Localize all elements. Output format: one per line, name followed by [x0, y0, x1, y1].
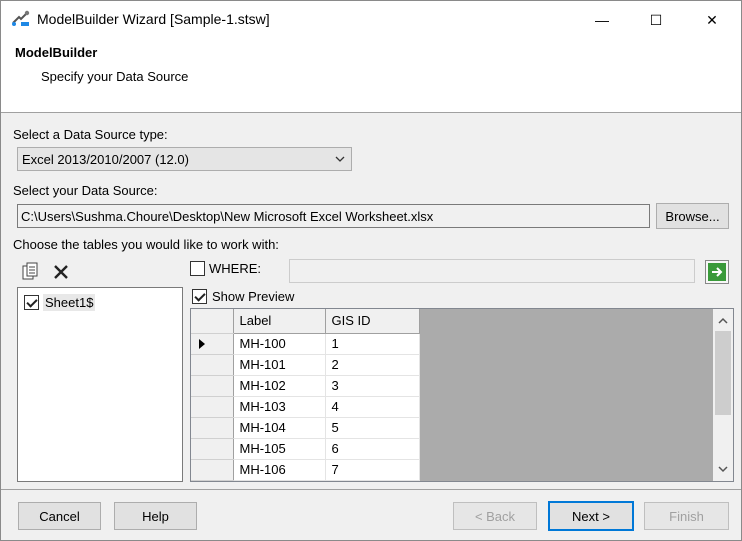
column-header-label[interactable]: Label — [233, 309, 326, 334]
wizard-header: ModelBuilder Specify your Data Source — [1, 39, 741, 113]
source-type-value: Excel 2013/2010/2007 (12.0) — [22, 152, 189, 167]
cell-gis-id: 6 — [325, 438, 420, 460]
finish-button[interactable]: Finish — [644, 502, 729, 530]
maximize-icon: ☐ — [649, 11, 663, 28]
scroll-down-icon[interactable] — [717, 463, 729, 475]
table-item-label: Sheet1$ — [43, 293, 96, 311]
scroll-up-icon[interactable] — [717, 315, 729, 327]
table-row[interactable]: MH-103 4 — [191, 396, 420, 418]
grid-corner-header — [191, 309, 234, 334]
help-button[interactable]: Help — [114, 502, 197, 530]
footer-divider — [1, 489, 741, 490]
cell-label: MH-105 — [233, 438, 326, 460]
row-header[interactable] — [191, 459, 234, 481]
cell-gis-id: 1 — [325, 333, 420, 355]
row-header[interactable] — [191, 354, 234, 376]
table-item-sheet1[interactable]: Sheet1$ — [24, 292, 96, 312]
row-header[interactable] — [191, 375, 234, 397]
show-preview-label: Show Preview — [212, 289, 295, 304]
cell-label: MH-104 — [233, 417, 326, 439]
source-type-label: Select a Data Source type: — [13, 127, 168, 142]
delete-icon[interactable] — [51, 262, 71, 282]
table-row[interactable]: MH-105 6 — [191, 438, 420, 460]
minimize-icon: — — [595, 12, 609, 28]
row-header[interactable] — [191, 333, 234, 355]
wizard-subtitle: Specify your Data Source — [41, 69, 189, 84]
maximize-button[interactable]: ☐ — [633, 1, 679, 39]
scrollbar-thumb[interactable] — [715, 331, 731, 415]
cell-label: MH-103 — [233, 396, 326, 418]
window-title: ModelBuilder Wizard [Sample-1.stsw] — [37, 11, 270, 27]
data-source-label: Select your Data Source: — [13, 183, 158, 198]
back-button[interactable]: < Back — [453, 502, 537, 530]
browse-button[interactable]: Browse... — [656, 203, 729, 229]
data-source-path-value: C:\Users\Sushma.Choure\Desktop\New Micro… — [21, 209, 434, 224]
cell-label: MH-106 — [233, 459, 326, 481]
cell-gis-id: 3 — [325, 375, 420, 397]
table-row[interactable]: MH-100 1 — [191, 333, 420, 355]
chevron-down-icon — [335, 156, 345, 162]
where-label: WHERE: — [209, 261, 261, 276]
preview-grid: Label GIS ID MH-100 1 MH-101 2 MH-102 3 … — [190, 308, 734, 482]
cell-gis-id: 5 — [325, 417, 420, 439]
title-bar: ModelBuilder Wizard [Sample-1.stsw] — ☐ … — [1, 1, 741, 39]
cell-label: MH-101 — [233, 354, 326, 376]
close-button[interactable]: ✕ — [689, 1, 735, 39]
close-icon: ✕ — [706, 11, 718, 28]
table-row[interactable]: MH-106 7 — [191, 459, 420, 481]
cell-gis-id: 2 — [325, 354, 420, 376]
data-source-path-field[interactable]: C:\Users\Sushma.Choure\Desktop\New Micro… — [17, 204, 650, 228]
where-checkbox[interactable] — [190, 261, 205, 276]
source-type-dropdown[interactable]: Excel 2013/2010/2007 (12.0) — [17, 147, 352, 171]
table-row[interactable]: MH-102 3 — [191, 375, 420, 397]
tables-list: Sheet1$ — [17, 287, 183, 482]
next-button[interactable]: Next > — [548, 501, 634, 531]
cancel-button[interactable]: Cancel — [18, 502, 101, 530]
table-item-checkbox[interactable] — [24, 294, 39, 310]
column-header-gis-id[interactable]: GIS ID — [325, 309, 420, 334]
row-header[interactable] — [191, 417, 234, 439]
apply-where-button[interactable] — [705, 260, 729, 284]
show-preview-checkbox[interactable] — [192, 289, 207, 304]
preview-table: Label GIS ID MH-100 1 MH-101 2 MH-102 3 … — [191, 309, 420, 481]
tables-label: Choose the tables you would like to work… — [13, 237, 279, 252]
cell-label: MH-102 — [233, 375, 326, 397]
current-row-pointer-icon — [199, 338, 205, 349]
table-row[interactable]: MH-101 2 — [191, 354, 420, 376]
wizard-title: ModelBuilder — [15, 45, 98, 60]
row-header[interactable] — [191, 438, 234, 460]
minimize-button[interactable]: — — [579, 1, 625, 39]
cell-gis-id: 4 — [325, 396, 420, 418]
copy-icon[interactable] — [21, 262, 41, 282]
row-header[interactable] — [191, 396, 234, 418]
modelbuilder-app-icon — [12, 10, 30, 26]
wizard-window: ModelBuilder Wizard [Sample-1.stsw] — ☐ … — [0, 0, 742, 541]
grid-vertical-scrollbar[interactable] — [713, 309, 733, 481]
cell-label: MH-100 — [233, 333, 326, 355]
cell-gis-id: 7 — [325, 459, 420, 481]
arrow-right-icon — [708, 263, 726, 281]
where-input[interactable] — [289, 259, 695, 283]
table-row[interactable]: MH-104 5 — [191, 417, 420, 439]
